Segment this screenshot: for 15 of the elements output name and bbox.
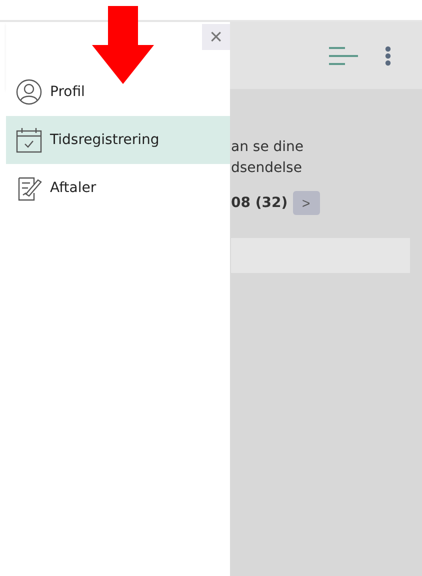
intro-text: dsendelse — [231, 159, 303, 178]
menu-item[interactable]: Tidsregistrering — [6, 116, 230, 164]
down-arrow-icon — [92, 6, 154, 84]
input-field[interactable] — [231, 238, 410, 273]
intro-text: an se dine — [231, 138, 305, 157]
person-icon — [16, 79, 42, 105]
calendar-icon — [16, 127, 42, 153]
menu-item[interactable]: Aftaler — [6, 164, 230, 212]
count-text: 08 (32) — [231, 195, 288, 211]
menu-icon[interactable] — [329, 46, 359, 64]
more-icon[interactable] — [385, 46, 391, 66]
menu-item[interactable]: Profil — [6, 68, 230, 116]
note-edit-icon — [16, 175, 42, 201]
close-button[interactable]: × — [202, 24, 230, 50]
next-button[interactable]: > — [292, 191, 320, 215]
